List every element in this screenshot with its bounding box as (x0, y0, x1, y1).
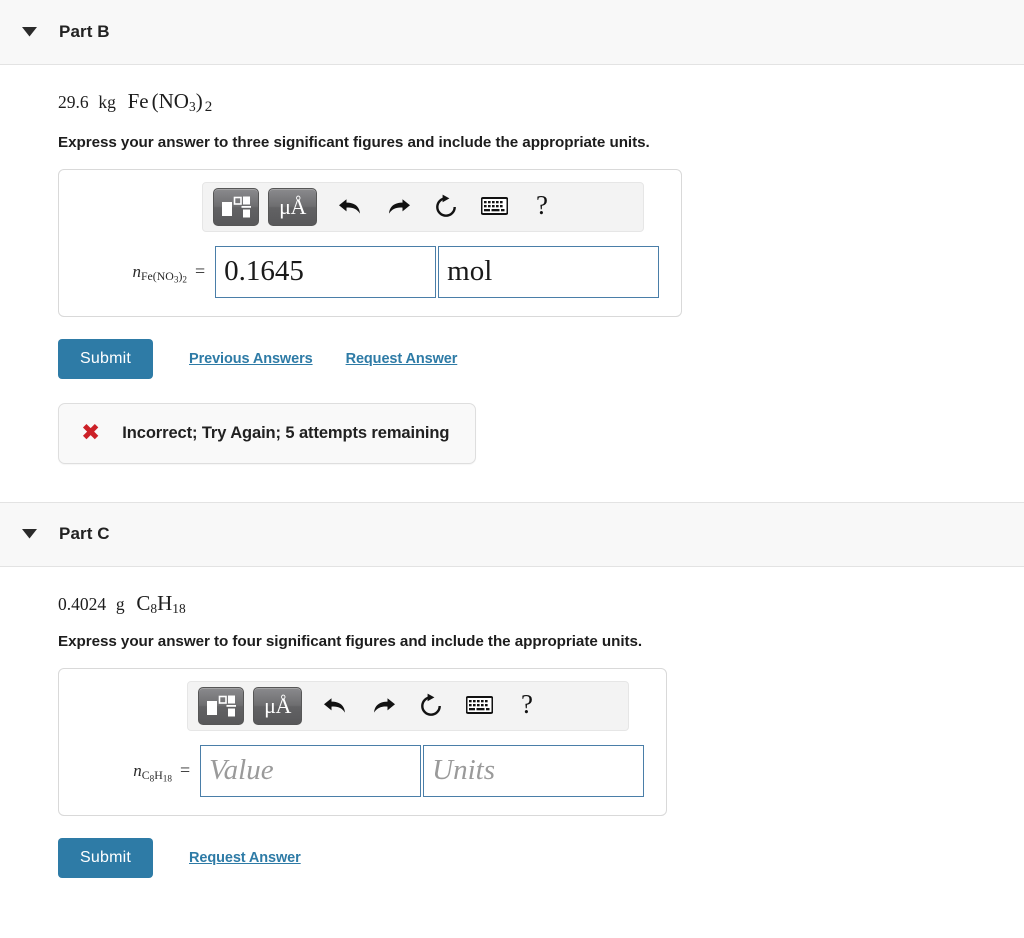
part-b-feedback-text: Incorrect; Try Again; 5 attempts remaini… (122, 423, 450, 442)
part-b-value-input[interactable]: 0.1645 (215, 245, 437, 298)
part-b-section: Part B 29.6 kg Fe (NO3) 2 Express your ans… (0, 0, 1024, 464)
part-b-title: Part B (59, 22, 110, 41)
part-c-quantity-unit: g (115, 593, 125, 614)
part-c-units-placeholder: Units (432, 754, 495, 787)
part-b-value-text: 0.1645 (224, 255, 304, 288)
part-c-header[interactable]: Part C (0, 501, 1024, 567)
help-icon[interactable]: ? (518, 187, 566, 227)
part-b-equals-sign: = (195, 261, 206, 282)
help-icon-glyph: ? (521, 688, 533, 719)
undo-icon[interactable] (326, 187, 374, 227)
chevron-down-icon[interactable] (18, 27, 40, 37)
part-c-section: Part C 0.4024 g C8H18 Express your answe… (0, 501, 1024, 878)
part-c-value-input[interactable]: Value (200, 744, 422, 797)
keyboard-icon[interactable] (455, 686, 503, 726)
unit-symbol-label: μÅ (279, 193, 306, 219)
help-icon-glyph: ? (536, 189, 548, 220)
part-c-instruction: Express your answer to four significant … (58, 632, 643, 650)
math-template-icon[interactable] (213, 187, 259, 226)
unit-symbol-icon[interactable]: μÅ (253, 686, 302, 725)
redo-icon[interactable] (374, 187, 422, 227)
part-c-body: 0.4024 g C8H18 Express your answer to fo… (0, 567, 1024, 878)
part-b-units-input[interactable]: mol (438, 245, 660, 298)
reset-icon[interactable] (422, 187, 470, 227)
unit-symbol-icon[interactable]: μÅ (268, 187, 317, 226)
x-mark-icon: ✖ (81, 419, 101, 446)
part-c-answer-panel: μÅ ? nC8H18 = Value Units (58, 667, 668, 816)
part-b-request-answer-link[interactable]: Request Answer (346, 351, 458, 367)
undo-icon[interactable] (311, 686, 359, 726)
part-c-quantity: 0.4024 (58, 593, 107, 614)
part-b-previous-answers-link[interactable]: Previous Answers (189, 351, 313, 367)
keyboard-icon[interactable] (470, 187, 518, 227)
chevron-down-icon[interactable] (18, 529, 40, 539)
part-c-compound: C8H18 (136, 590, 186, 616)
part-c-units-input[interactable]: Units (423, 744, 645, 797)
part-b-actions: Submit Previous Answers Request Answer (58, 338, 1024, 379)
part-b-feedback-banner: ✖ Incorrect; Try Again; 5 attempts remai… (58, 402, 477, 464)
part-b-answer-panel: μÅ ? nFe(NO3)2 = 0.1645 mol (58, 168, 683, 317)
help-icon[interactable]: ? (503, 686, 551, 726)
part-c-value-placeholder: Value (209, 754, 274, 787)
part-b-units-text: mol (447, 255, 493, 288)
part-b-variable-label: nFe(NO3)2 (132, 261, 187, 284)
math-template-icon[interactable] (198, 686, 244, 725)
part-c-actions: Submit Request Answer (58, 837, 1024, 878)
part-b-quantity: 29.6 (58, 92, 89, 112)
redo-icon[interactable] (359, 686, 407, 726)
part-c-math-toolbar: μÅ ? (187, 680, 629, 731)
part-b-body: 29.6 kg Fe (NO3) 2 Express your answer to … (0, 65, 1024, 464)
part-b-instruction: Express your answer to three significant… (58, 133, 650, 151)
part-c-title: Part C (59, 524, 110, 544)
part-b-math-toolbar: μÅ ? (202, 181, 644, 232)
part-b-quantity-unit: kg (98, 92, 116, 112)
part-b-problem-statement: 29.6 kg Fe (NO3) 2 (58, 65, 1024, 115)
part-c-submit-button[interactable]: Submit (58, 837, 153, 878)
part-c-equals-sign: = (180, 760, 191, 781)
reset-icon[interactable] (407, 686, 455, 726)
section-gap (0, 463, 1024, 502)
part-c-variable-label: nC8H18 (133, 760, 172, 783)
part-b-compound: Fe (NO3) 2 (127, 89, 213, 115)
part-c-problem-statement: 0.4024 g C8H18 (58, 567, 1024, 616)
part-b-input-row: nFe(NO3)2 = 0.1645 mol (77, 245, 660, 298)
part-c-request-answer-link[interactable]: Request Answer (189, 850, 301, 866)
part-b-header[interactable]: Part B (0, 0, 1024, 65)
unit-symbol-label: μÅ (264, 692, 291, 718)
part-b-submit-button[interactable]: Submit (58, 338, 153, 379)
part-c-input-row: nC8H18 = Value Units (77, 744, 645, 797)
